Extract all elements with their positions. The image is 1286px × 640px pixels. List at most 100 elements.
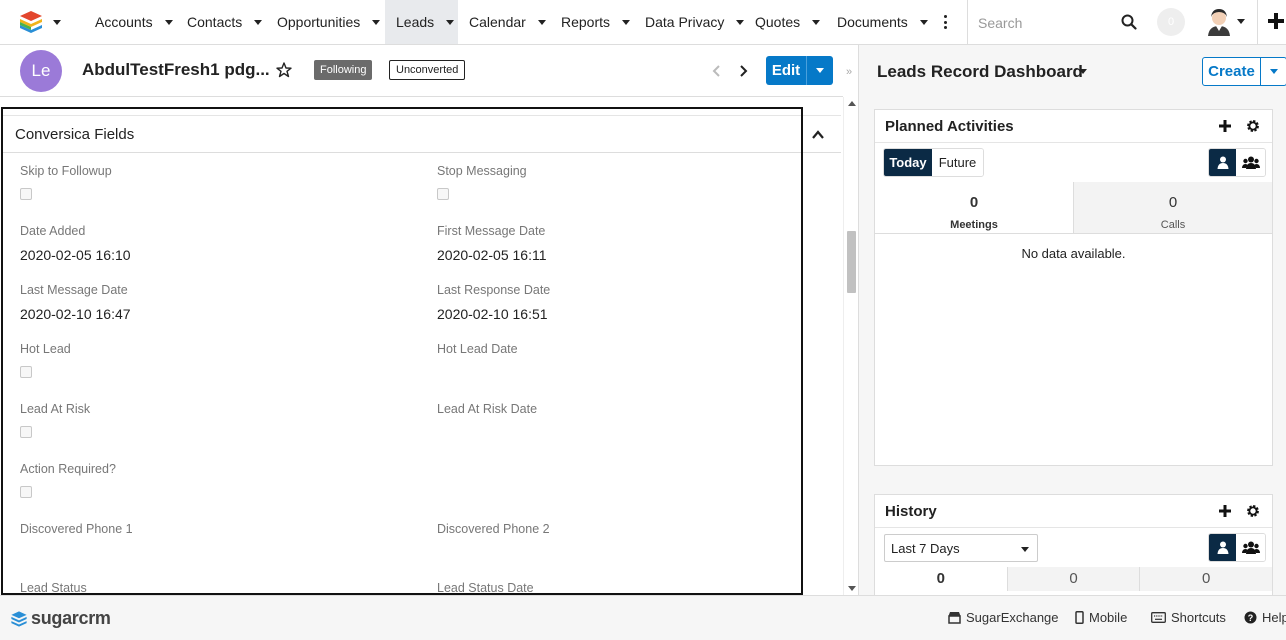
sugarexchange-link[interactable]: SugarExchange bbox=[948, 610, 1059, 625]
notifications-badge[interactable]: 0 bbox=[1157, 8, 1185, 36]
dashboard-title[interactable]: Leads Record Dashboard bbox=[877, 62, 1083, 82]
chevron-down-icon[interactable] bbox=[537, 19, 546, 25]
chevron-down-icon[interactable] bbox=[812, 19, 821, 25]
chevron-down-icon[interactable] bbox=[919, 19, 928, 25]
following-badge[interactable]: Following bbox=[314, 60, 373, 80]
chevron-down-icon[interactable] bbox=[622, 19, 631, 25]
nav-calendar[interactable]: Calendar bbox=[458, 0, 546, 44]
nav-label: Documents bbox=[837, 14, 908, 30]
brand-name: sugarcrm bbox=[31, 608, 111, 628]
nav-accounts[interactable]: Accounts bbox=[84, 0, 173, 44]
scope-toggle bbox=[1208, 533, 1266, 562]
edit-actions-dropdown[interactable] bbox=[806, 56, 833, 85]
history-tabs: 0 0 0 bbox=[875, 567, 1273, 591]
footer-link-label: Mobile bbox=[1089, 610, 1128, 625]
nav-opportunities[interactable]: Opportunities bbox=[266, 0, 381, 44]
gear-icon[interactable] bbox=[1246, 504, 1260, 518]
keyboard-icon bbox=[1151, 612, 1166, 623]
team-users-icon[interactable] bbox=[1236, 149, 1265, 176]
tab-meetings[interactable]: 0 Meetings bbox=[875, 182, 1073, 233]
scroll-down-arrow-icon[interactable] bbox=[848, 586, 856, 591]
nav-label: Reports bbox=[561, 14, 611, 30]
more-modules-icon[interactable] bbox=[940, 13, 950, 31]
gear-icon[interactable] bbox=[1246, 119, 1260, 133]
my-items-user-icon[interactable] bbox=[1209, 149, 1236, 176]
help-icon: ? bbox=[1244, 611, 1257, 624]
nav-data-privacy[interactable]: Data Privacy bbox=[634, 0, 745, 44]
create-dropdown[interactable] bbox=[1260, 57, 1286, 86]
dashlet-title: Planned Activities bbox=[885, 118, 1014, 135]
record-avatar: Le bbox=[20, 50, 62, 92]
app-logo-menu[interactable] bbox=[18, 8, 66, 36]
record-body: Conversica Fields Skip to Followup Stop … bbox=[0, 97, 843, 595]
chevron-down-icon[interactable] bbox=[1237, 19, 1245, 24]
chevron-down-icon bbox=[1021, 547, 1029, 552]
dashlet-header: Planned Activities bbox=[875, 110, 1272, 143]
add-plus-icon[interactable] bbox=[1218, 119, 1232, 133]
top-navigation: Accounts Contacts Opportunities Leads Ca… bbox=[0, 0, 1286, 45]
next-record-icon[interactable] bbox=[737, 65, 749, 77]
dashlet-title: History bbox=[885, 503, 937, 520]
nav-label: Calendar bbox=[469, 14, 526, 30]
history-tab-count[interactable]: 0 bbox=[1139, 567, 1273, 591]
select-value: Last 7 Days bbox=[891, 541, 960, 556]
previous-record-icon[interactable] bbox=[711, 65, 723, 77]
divider bbox=[1257, 0, 1258, 44]
svg-text:?: ? bbox=[1248, 613, 1254, 623]
history-range-select[interactable]: Last 7 Days bbox=[884, 534, 1038, 562]
history-tab-count[interactable]: 0 bbox=[875, 567, 1007, 591]
tab-today[interactable]: Today bbox=[884, 149, 932, 176]
toggle-sidebar-icon[interactable]: » bbox=[846, 66, 852, 78]
chevron-down-icon[interactable] bbox=[1079, 69, 1087, 74]
create-button[interactable]: Create bbox=[1202, 57, 1261, 86]
nav-label: Opportunities bbox=[277, 14, 361, 30]
dashlet-header: History bbox=[875, 495, 1272, 528]
my-items-user-icon[interactable] bbox=[1209, 534, 1236, 561]
footer: sugarcrm SugarExchange Mobile Shortcuts … bbox=[0, 595, 1286, 640]
chevron-down-icon[interactable] bbox=[446, 19, 455, 25]
shortcuts-link[interactable]: Shortcuts bbox=[1151, 610, 1226, 625]
calls-count: 0 bbox=[1168, 194, 1178, 211]
chevron-down-icon[interactable] bbox=[164, 19, 173, 25]
chevron-up-icon[interactable] bbox=[811, 128, 825, 142]
nav-documents[interactable]: Documents bbox=[826, 0, 928, 44]
footer-link-label: SugarExchange bbox=[966, 610, 1059, 625]
favorite-star-icon[interactable] bbox=[276, 62, 292, 78]
quick-create-plus-icon[interactable] bbox=[1267, 12, 1285, 30]
search-input[interactable] bbox=[978, 14, 1118, 32]
sugarcrm-logo[interactable]: sugarcrm bbox=[10, 608, 111, 629]
chevron-down-icon[interactable] bbox=[372, 19, 381, 25]
user-avatar[interactable] bbox=[1206, 8, 1232, 36]
calls-label: Calls bbox=[1160, 219, 1186, 231]
nav-leads[interactable]: Leads bbox=[385, 0, 458, 44]
nav-reports[interactable]: Reports bbox=[550, 0, 631, 44]
nav-quotes[interactable]: Quotes bbox=[744, 0, 821, 44]
focus-outline bbox=[1, 107, 803, 595]
empty-state-text: No data available. bbox=[1021, 246, 1126, 261]
edit-label: Edit bbox=[771, 62, 801, 79]
scrollbar-thumb[interactable] bbox=[847, 231, 856, 293]
nav-label: Contacts bbox=[187, 14, 243, 30]
help-link[interactable]: ? Help bbox=[1244, 610, 1286, 625]
search-icon[interactable] bbox=[1121, 14, 1137, 30]
chevron-down-icon[interactable] bbox=[254, 19, 263, 25]
history-tab-count[interactable]: 0 bbox=[1006, 567, 1140, 591]
tab-future[interactable]: Future bbox=[932, 149, 983, 176]
sugar-cube-icon bbox=[20, 11, 42, 33]
divider bbox=[967, 0, 968, 44]
scroll-up-arrow-icon[interactable] bbox=[848, 101, 856, 106]
main-scrollbar[interactable] bbox=[843, 97, 858, 595]
record-dashboard: Leads Record Dashboard Create Planned Ac… bbox=[858, 45, 1286, 604]
footer-link-label: Help bbox=[1262, 610, 1286, 625]
mobile-link[interactable]: Mobile bbox=[1075, 610, 1127, 625]
history-dashlet: History Last 7 Days 0 0 0 bbox=[874, 494, 1273, 604]
nav-contacts[interactable]: Contacts bbox=[176, 0, 263, 44]
tab-calls[interactable]: 0 Calls bbox=[1073, 182, 1272, 233]
record-title: AbdulTestFresh1 pdg... bbox=[82, 60, 270, 79]
team-users-icon[interactable] bbox=[1236, 534, 1265, 561]
period-toggle: Today Future bbox=[883, 148, 984, 177]
scope-toggle bbox=[1208, 148, 1266, 177]
add-plus-icon[interactable] bbox=[1218, 504, 1232, 518]
activity-tabs: 0 Meetings 0 Calls bbox=[875, 182, 1272, 234]
status-badge: Unconverted bbox=[389, 60, 466, 80]
